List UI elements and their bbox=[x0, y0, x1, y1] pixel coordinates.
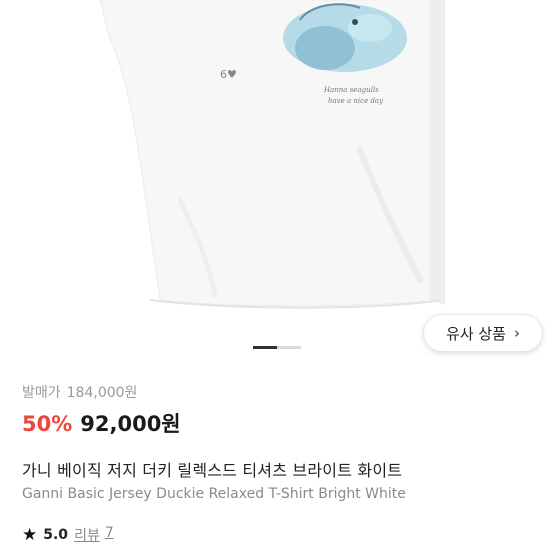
reviews-link[interactable]: 리뷰 7 bbox=[74, 525, 114, 545]
rating-row: ★ 5.0 리뷰 7 bbox=[22, 525, 114, 545]
sale-price: 92,000원 bbox=[80, 412, 181, 436]
original-price-label: 발매가 bbox=[22, 385, 61, 401]
product-title-english: Ganni Basic Jersey Duckie Relaxed T-Shir… bbox=[22, 486, 406, 502]
chevron-right-icon: › bbox=[513, 324, 520, 342]
similar-products-label: 유사 상품 bbox=[446, 324, 506, 343]
print-text-line-1: Hanna seagulls bbox=[323, 86, 379, 94]
similar-products-button[interactable]: 유사 상품 › bbox=[423, 314, 543, 352]
carousel-dot-active[interactable] bbox=[253, 346, 277, 349]
discount-rate: 50% bbox=[22, 412, 73, 436]
tshirt-illustration: Hanna seagulls have a nice day 6♥ bbox=[99, 0, 445, 309]
carousel-dot[interactable] bbox=[277, 346, 301, 349]
rating-score: 5.0 bbox=[43, 527, 69, 543]
original-price-value: 184,000원 bbox=[66, 385, 138, 401]
product-image[interactable]: Hanna seagulls have a nice day 6♥ bbox=[0, 0, 555, 368]
carousel-indicator bbox=[253, 346, 301, 349]
product-title-korean: 가니 베이직 저지 더키 릴렉스드 티셔츠 브라이트 화이트 bbox=[22, 461, 403, 480]
print-text-line-2: have a nice day bbox=[328, 97, 384, 105]
original-price: 발매가 184,000원 bbox=[22, 382, 137, 402]
star-icon: ★ bbox=[22, 525, 38, 545]
reviews-label: 리뷰 bbox=[74, 528, 100, 544]
brand-logo: 6♥ bbox=[220, 68, 237, 81]
price-row: 50% 92,000원 bbox=[22, 408, 181, 438]
reviews-count: 7 bbox=[104, 525, 114, 541]
